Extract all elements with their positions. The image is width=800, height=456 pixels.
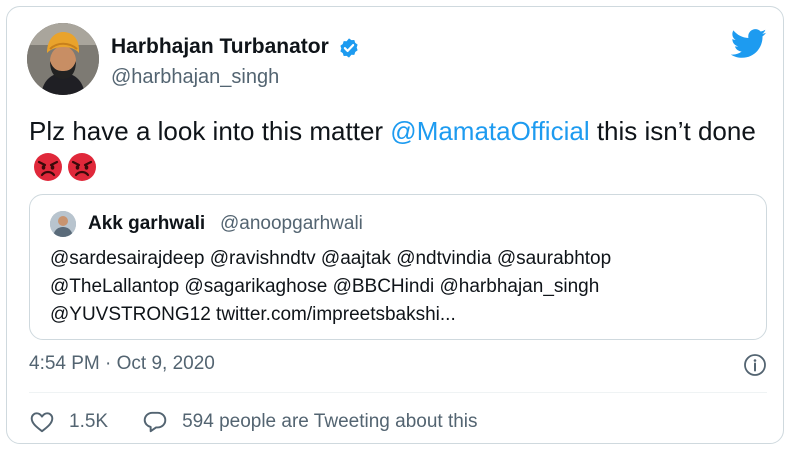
quoted-text-line: @TheLallantop @sagarikaghose @BBCHindi @…	[50, 276, 600, 297]
tweet-text: Plz have a look into this matter @Mamata…	[29, 113, 759, 185]
tweet-text-lead: Plz have a look into this matter	[29, 116, 391, 146]
tweet-timestamp[interactable]: 4:54 PM · Oct 9, 2020	[29, 353, 215, 375]
speech-bubble-icon	[143, 411, 167, 433]
conversation-text: 594 people are Tweeting about this	[182, 411, 478, 432]
tweet-text-tail: this isn’t done	[589, 116, 756, 146]
author-handle[interactable]: @harbhajan_singh	[111, 66, 279, 89]
angry-face-emoji	[34, 153, 62, 181]
like-count: 1.5K	[69, 411, 109, 432]
quoted-tweet-text: @sardesairajdeep @ravishndtv @aajtak @nd…	[50, 245, 750, 329]
info-icon[interactable]	[743, 353, 767, 377]
quoted-author-avatar[interactable]	[50, 211, 76, 237]
quoted-text-line: @YUVSTRONG12 twitter.com/impreetsbakshi.…	[50, 304, 456, 325]
verified-badge-icon	[340, 38, 358, 58]
twitter-bird-icon[interactable]	[731, 29, 767, 59]
tweet-actions: 1.5K 594 people are Tweeting about this	[29, 407, 512, 437]
heart-icon	[30, 412, 54, 433]
quoted-author-handle[interactable]: @anoopgarhwali	[220, 213, 363, 235]
tweet-card: Harbhajan Turbanator @harbhajan_singh Pl…	[6, 6, 784, 444]
quoted-text-line: @sardesairajdeep @ravishndtv @aajtak @nd…	[50, 248, 612, 269]
angry-face-emoji	[68, 153, 96, 181]
quoted-author-name[interactable]: Akk garhwali	[88, 213, 205, 235]
divider	[29, 392, 767, 393]
conversation-link[interactable]: 594 people are Tweeting about this	[142, 409, 478, 435]
author-name[interactable]: Harbhajan Turbanator	[111, 35, 329, 59]
author-avatar[interactable]	[27, 23, 99, 95]
mention-link[interactable]: @MamataOfficial	[390, 116, 589, 146]
quoted-tweet[interactable]: Akk garhwali @anoopgarhwali @sardesairaj…	[29, 194, 767, 340]
like-button[interactable]: 1.5K	[29, 409, 108, 435]
